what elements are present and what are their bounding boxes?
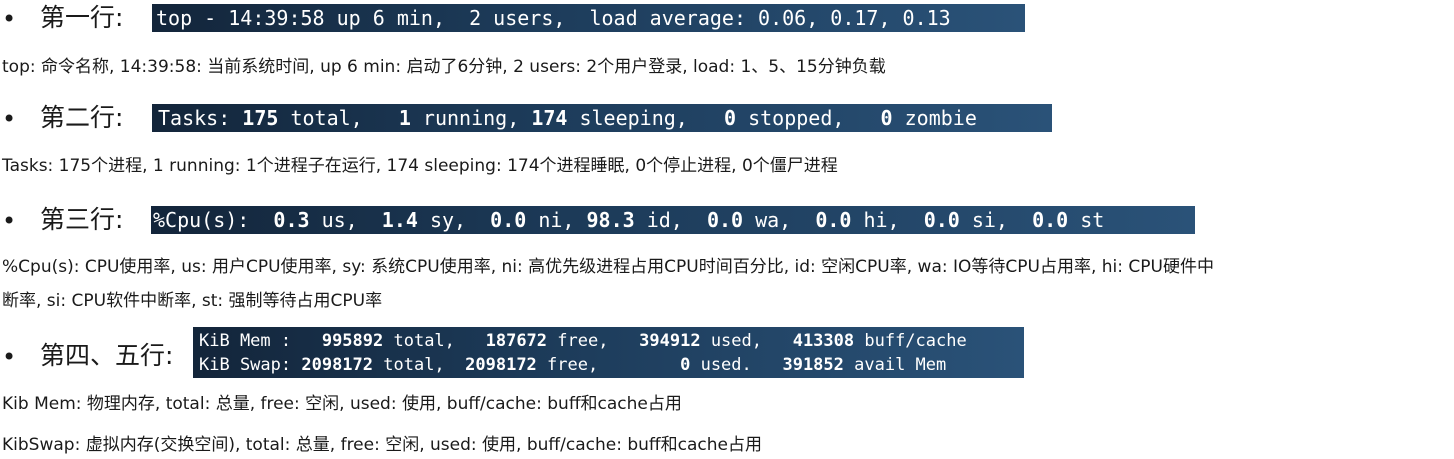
terminal-value: 995892: [321, 331, 384, 351]
terminal-text: total,: [278, 106, 399, 130]
terminal-value: 175: [242, 106, 279, 130]
terminal-text: zombie: [892, 106, 977, 130]
heading-line-3: 第三行:: [40, 205, 124, 234]
bullet-4: •: [2, 343, 17, 371]
terminal-value: 0: [880, 106, 893, 130]
terminal-text: free,: [536, 355, 681, 375]
terminal-text: hi,: [851, 208, 924, 232]
terminal-text: %Cpu(s):: [153, 208, 274, 232]
bullet-2: •: [2, 105, 17, 133]
terminal-snippet-line-4-5: KiB Mem : 995892 total, 187672 free, 394…: [193, 327, 1024, 378]
terminal-text: us,: [309, 208, 382, 232]
terminal-value: 98.3: [586, 208, 635, 232]
terminal-snippet-line-3: %Cpu(s): 0.3 us, 1.4 sy, 0.0 ni, 98.3 id…: [151, 206, 1195, 234]
terminal-text: KiB Mem :: [199, 331, 322, 351]
terminal-value: 0.0: [490, 208, 527, 232]
terminal-line: KiB Swap: 2098172 total, 2098172 free, 0…: [199, 353, 1024, 377]
description-line-4: Kib Mem: 物理内存, total: 总量, free: 空闲, used…: [2, 394, 682, 414]
terminal-text: stopped,: [736, 106, 881, 130]
terminal-value: 2098172: [465, 355, 537, 375]
terminal-value: 2098172: [301, 355, 374, 375]
terminal-text: st: [1068, 208, 1105, 232]
terminal-value: 0.0: [815, 208, 852, 232]
terminal-text: avail Mem: [843, 355, 947, 375]
terminal-text: top - 14:39:58 up 6 min, 2 users, load a…: [156, 6, 951, 30]
terminal-value: 394912: [639, 331, 701, 351]
terminal-line: %Cpu(s): 0.3 us, 1.4 sy, 0.0 ni, 98.3 id…: [153, 206, 1195, 234]
terminal-text: total,: [373, 355, 466, 375]
terminal-text: running,: [410, 106, 532, 130]
terminal-text: sy,: [417, 208, 491, 232]
terminal-value: 1.4: [381, 208, 418, 232]
terminal-text: KiB Swap:: [199, 355, 302, 375]
terminal-value: 0.0: [1032, 208, 1069, 232]
terminal-text: wa,: [743, 208, 816, 232]
terminal-line: top - 14:39:58 up 6 min, 2 users, load a…: [156, 4, 1025, 32]
description-line-2: Tasks: 175个进程, 1 running: 1个进程子在运行, 174 …: [2, 156, 838, 176]
terminal-text: ni,: [526, 208, 587, 232]
bullet-3: •: [2, 207, 17, 235]
terminal-value: 0.0: [923, 208, 960, 232]
heading-line-1: 第一行:: [40, 3, 124, 32]
terminal-value: 1: [398, 106, 411, 130]
description-line-3a: %Cpu(s): CPU使用率, us: 用户CPU使用率, sy: 系统CPU…: [2, 257, 1214, 277]
terminal-text: free,: [547, 331, 640, 351]
terminal-text: used.: [690, 355, 783, 375]
terminal-text: total,: [383, 331, 486, 351]
bullet-1: •: [2, 5, 17, 33]
terminal-line: KiB Mem : 995892 total, 187672 free, 394…: [199, 329, 1024, 353]
terminal-value: 413308: [792, 331, 855, 351]
terminal-text: si,: [959, 208, 1033, 232]
terminal-value: 0: [680, 355, 691, 375]
terminal-value: 174: [531, 106, 568, 130]
terminal-snippet-line-2: Tasks: 175 total, 1 running, 174 sleepin…: [152, 104, 1052, 132]
heading-line-2: 第二行:: [40, 103, 124, 132]
description-line-1: top: 命令名称, 14:39:58: 当前系统时间, up 6 min: 启…: [2, 57, 886, 77]
terminal-text: sleeping,: [567, 106, 724, 130]
terminal-text: buff/cache: [854, 331, 967, 351]
terminal-text: id,: [634, 208, 707, 232]
terminal-text: used,: [700, 331, 793, 351]
terminal-value: 0.3: [273, 208, 310, 232]
terminal-value: 187672: [485, 331, 548, 351]
terminal-line: Tasks: 175 total, 1 running, 174 sleepin…: [158, 104, 1052, 132]
heading-line-4-5: 第四、五行:: [40, 341, 174, 370]
terminal-value: 0.0: [706, 208, 744, 232]
description-line-5: KibSwap: 虚拟内存(交换空间), total: 总量, free: 空闲…: [2, 435, 762, 455]
terminal-text: Tasks:: [158, 106, 243, 130]
terminal-snippet-line-1: top - 14:39:58 up 6 min, 2 users, load a…: [152, 4, 1025, 32]
description-line-3b: 断率, si: CPU软件中断率, st: 强制等待占用CPU率: [2, 291, 383, 311]
terminal-value: 391852: [782, 355, 844, 375]
terminal-value: 0: [723, 106, 737, 130]
